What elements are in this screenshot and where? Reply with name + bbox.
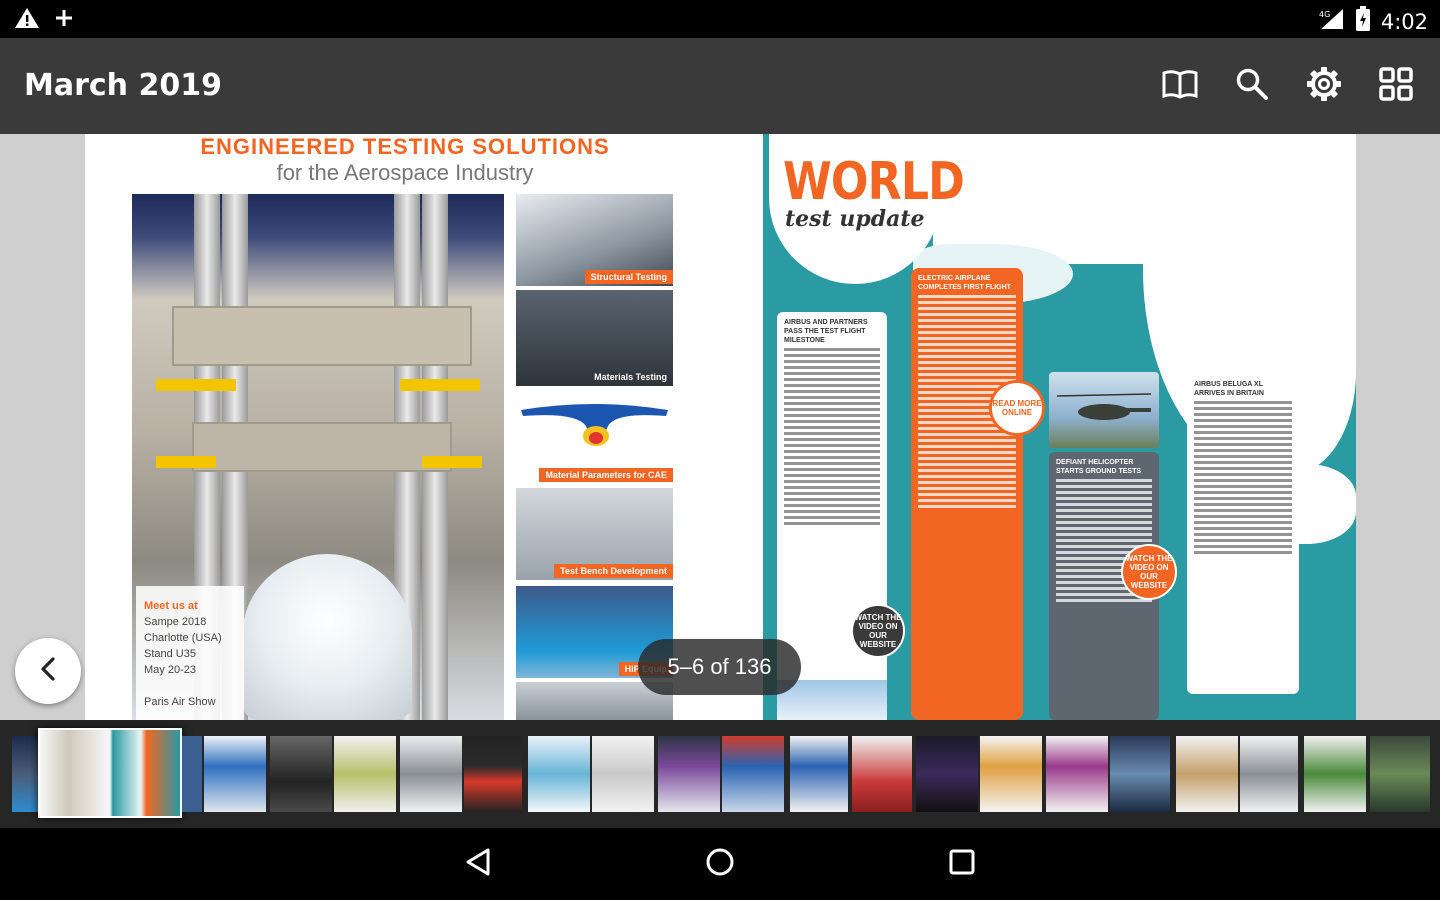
article-card[interactable]: ELECTRIC AIRPLANE COMPLETES FIRST FLIGHT: [911, 268, 1023, 720]
ad-thumbnail: Material Parameters for CAE: [516, 392, 673, 484]
issue-title: March 2019: [24, 68, 222, 103]
page-thumbnail[interactable]: [658, 736, 720, 812]
magazine-spread[interactable]: ENGINEERED TESTING SOLUTIONS for the Aer…: [0, 134, 1440, 720]
event-box: Meet us at Sampe 2018 Charlotte (USA) St…: [136, 586, 244, 720]
page-thumbnail-selected[interactable]: [38, 728, 182, 818]
search-icon: [1235, 67, 1269, 106]
page-thumbnail[interactable]: [852, 736, 912, 812]
left-page[interactable]: ENGINEERED TESTING SOLUTIONS for the Aer…: [85, 134, 763, 720]
grid-view-button[interactable]: [1374, 64, 1418, 108]
back-triangle-icon: [463, 846, 493, 883]
page-thumbnail[interactable]: [1046, 736, 1108, 812]
search-button[interactable]: [1230, 64, 1274, 108]
ad-subheadline: for the Aerospace Industry: [276, 160, 534, 185]
clock: 4:02: [1380, 9, 1428, 34]
page-indicator: 5–6 of 136: [638, 639, 801, 695]
page-thumbnail[interactable]: [400, 736, 462, 812]
article-card[interactable]: AIRBUS BELUGA XL ARRIVES IN BRITAIN: [1187, 374, 1299, 694]
page-thumbnail-strip[interactable]: [0, 720, 1440, 828]
watch-video-badge[interactable]: WATCH THE VIDEO ON OUR WEBSITE: [1121, 544, 1177, 600]
chevron-left-icon: [37, 656, 59, 687]
ad-thumbnail: Test Bench Development: [516, 488, 673, 580]
world-subtitle: test update: [785, 206, 925, 232]
page-thumbnail[interactable]: [464, 736, 522, 812]
page-thumbnail[interactable]: [270, 736, 332, 812]
page-thumbnail[interactable]: [1176, 736, 1238, 812]
previous-page-button[interactable]: [15, 638, 81, 704]
app-bar: March 2019: [0, 38, 1440, 134]
page-thumbnail[interactable]: [12, 736, 38, 812]
world-title: WORLD: [783, 152, 965, 212]
ad-thumbnail: Structural Testing: [516, 194, 673, 286]
nav-back-button[interactable]: [454, 842, 502, 886]
read-more-badge[interactable]: READ MORE ONLINE: [989, 380, 1045, 436]
page-thumbnail[interactable]: [204, 736, 266, 812]
page-thumbnail[interactable]: [1370, 736, 1430, 812]
grid-icon: [1378, 66, 1414, 107]
warning-icon: [14, 6, 40, 35]
battery-icon: [1355, 6, 1371, 37]
recents-square-icon: [948, 848, 976, 881]
ad-thumbnail: Materials Testing: [516, 290, 673, 386]
status-bar: 4G 4:02: [0, 0, 1440, 38]
home-circle-icon: [704, 846, 736, 883]
book-view-button[interactable]: [1158, 64, 1202, 108]
page-thumbnail[interactable]: [1110, 736, 1170, 812]
page-thumbnail[interactable]: [790, 736, 848, 812]
plus-icon: [54, 8, 74, 33]
page-thumbnail[interactable]: [592, 736, 654, 812]
svg-text:4G: 4G: [1319, 10, 1330, 19]
page-thumbnail[interactable]: [1240, 736, 1298, 812]
settings-icon: [1306, 66, 1342, 107]
system-nav-bar: [0, 828, 1440, 900]
nav-home-button[interactable]: [696, 842, 744, 886]
book-view-icon: [1161, 68, 1199, 105]
signal-icon: 4G: [1315, 7, 1345, 36]
page-thumbnail[interactable]: [980, 736, 1042, 812]
nav-recents-button[interactable]: [938, 842, 986, 886]
test-machine-photo: Meet us at Sampe 2018 Charlotte (USA) St…: [132, 194, 504, 720]
helicopter-photo: [1049, 372, 1159, 448]
page-thumbnail[interactable]: [1304, 736, 1366, 812]
page-thumbnail[interactable]: [182, 736, 202, 812]
watch-video-badge[interactable]: WATCH THE VIDEO ON OUR WEBSITE: [851, 604, 905, 658]
settings-button[interactable]: [1302, 64, 1346, 108]
page-thumbnail[interactable]: [916, 736, 978, 812]
right-page[interactable]: WORLD test update AIRBUS AND PARTNERS PA…: [763, 134, 1356, 720]
page-thumbnail[interactable]: [528, 736, 590, 812]
page-thumbnail[interactable]: [722, 736, 784, 812]
ad-headline: ENGINEERED TESTING SOLUTIONS: [200, 134, 610, 159]
page-thumbnail[interactable]: [334, 736, 396, 812]
